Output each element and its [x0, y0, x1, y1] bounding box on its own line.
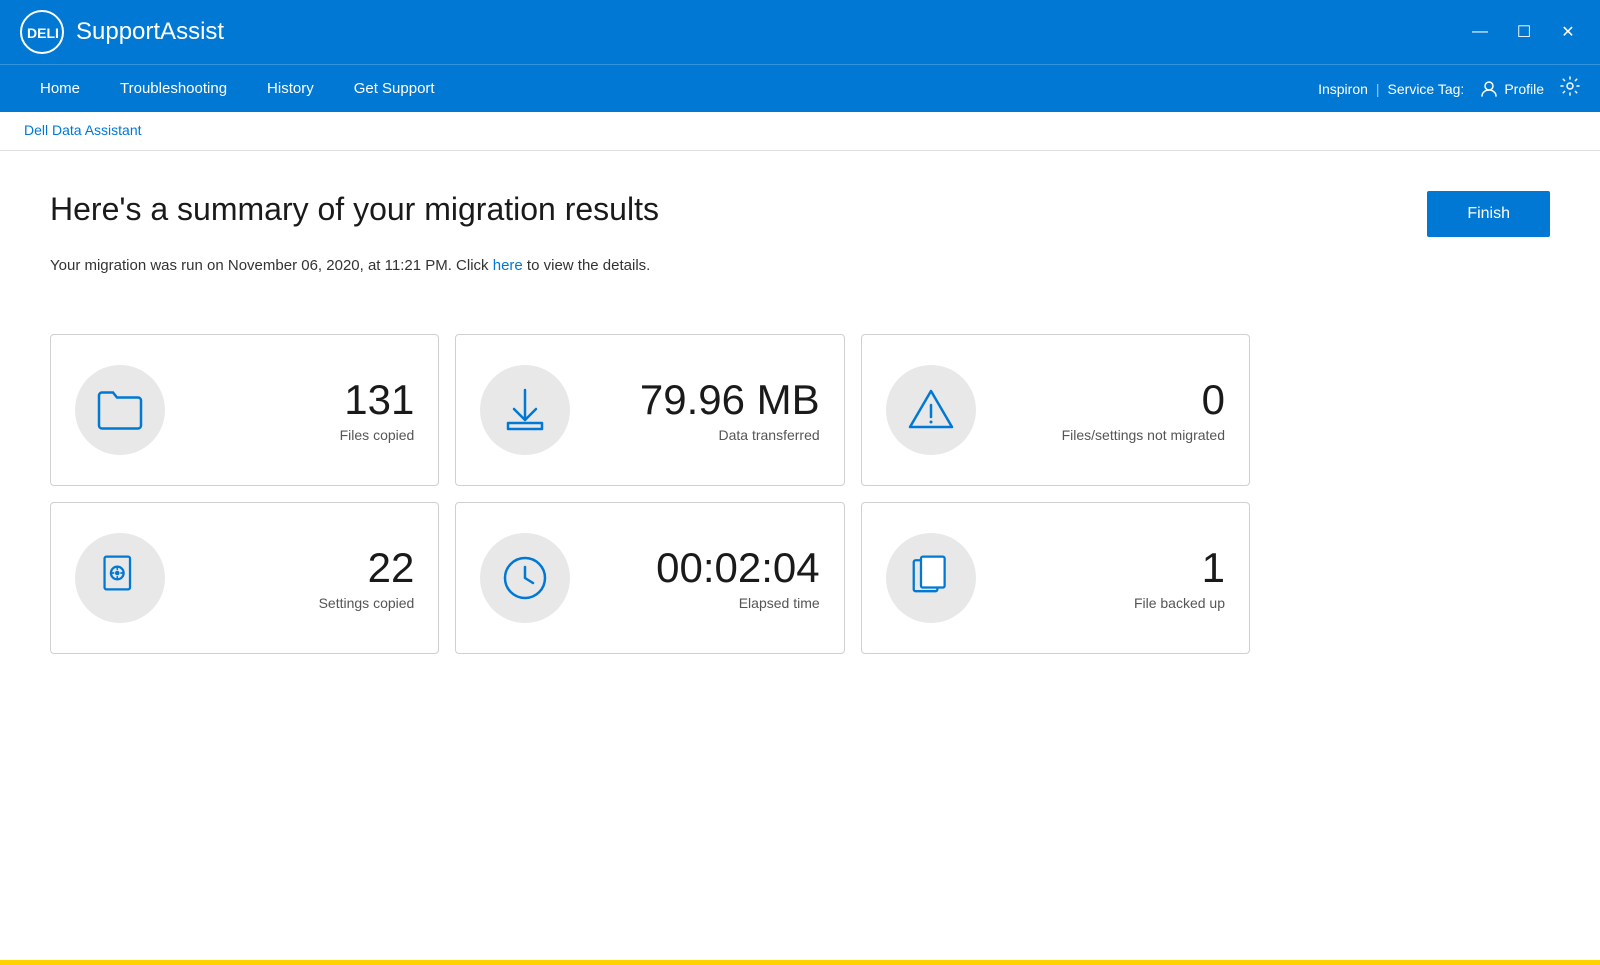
settings-copied-icon-circle: [75, 533, 165, 623]
file-backed-up-icon-circle: [886, 533, 976, 623]
file-backed-up-info: 1 File backed up: [1000, 545, 1225, 611]
nav-bar: Home Troubleshooting History Get Support…: [0, 64, 1600, 112]
files-copied-icon-circle: [75, 365, 165, 455]
app-title: SupportAssist: [76, 18, 224, 46]
files-copied-label: Files copied: [189, 427, 414, 443]
bottom-bar: [0, 960, 1600, 965]
stat-card-data-transferred: 79.96 MB Data transferred: [455, 334, 844, 486]
page-header: Here's a summary of your migration resul…: [50, 191, 1550, 237]
minimize-button[interactable]: —: [1468, 23, 1492, 41]
nav-troubleshooting[interactable]: Troubleshooting: [100, 65, 247, 112]
file-backed-up-label: File backed up: [1000, 595, 1225, 611]
stats-grid: 131 Files copied 79.96 MB Data transferr…: [50, 334, 1250, 654]
details-link[interactable]: here: [493, 257, 523, 274]
nav-right: Inspiron | Service Tag: Profile: [1318, 76, 1580, 101]
file-backed-up-value: 1: [1000, 545, 1225, 591]
description-prefix: Your migration was run on November 06, 2…: [50, 257, 493, 274]
not-migrated-icon-circle: [886, 365, 976, 455]
nav-history[interactable]: History: [247, 65, 334, 112]
settings-copied-value: 22: [189, 545, 414, 591]
stat-card-elapsed-time: 00:02:04 Elapsed time: [455, 502, 844, 654]
service-tag-label: Service Tag:: [1388, 81, 1465, 97]
warning-icon: [906, 385, 956, 435]
stat-card-files-copied: 131 Files copied: [50, 334, 439, 486]
nav-divider: |: [1376, 81, 1380, 97]
not-migrated-info: 0 Files/settings not migrated: [1000, 377, 1225, 443]
data-transferred-icon-circle: [480, 365, 570, 455]
stat-card-not-migrated: 0 Files/settings not migrated: [861, 334, 1250, 486]
device-name: Inspiron: [1318, 81, 1368, 97]
device-info: Inspiron | Service Tag:: [1318, 81, 1464, 97]
dell-icon: DELL: [20, 10, 64, 54]
elapsed-time-label: Elapsed time: [594, 595, 819, 611]
folder-icon: [95, 385, 145, 435]
nav-links: Home Troubleshooting History Get Support: [20, 65, 455, 112]
elapsed-time-icon-circle: [480, 533, 570, 623]
window-controls: — ☐ ✕: [1468, 22, 1580, 42]
settings-copied-info: 22 Settings copied: [189, 545, 414, 611]
files-copied-value: 131: [189, 377, 414, 423]
profile-icon: [1480, 80, 1498, 98]
svg-text:DELL: DELL: [27, 25, 58, 41]
data-transferred-label: Data transferred: [594, 427, 819, 443]
migration-description: Your migration was run on November 06, 2…: [50, 257, 1550, 274]
nav-get-support[interactable]: Get Support: [334, 65, 455, 112]
profile-label: Profile: [1504, 81, 1544, 97]
stat-card-file-backed-up: 1 File backed up: [861, 502, 1250, 654]
description-suffix: to view the details.: [523, 257, 651, 274]
clock-icon: [500, 553, 550, 603]
breadcrumb[interactable]: Dell Data Assistant: [24, 122, 142, 138]
data-transferred-value: 79.96 MB: [594, 377, 819, 423]
not-migrated-value: 0: [1000, 377, 1225, 423]
elapsed-time-value: 00:02:04: [594, 545, 819, 591]
title-bar: DELL SupportAssist — ☐ ✕: [0, 0, 1600, 64]
file-copy-icon: [906, 553, 956, 603]
main-content: Here's a summary of your migration resul…: [0, 151, 1600, 960]
app-logo: DELL SupportAssist: [20, 10, 224, 54]
settings-icon: [1560, 76, 1580, 96]
files-copied-info: 131 Files copied: [189, 377, 414, 443]
settings-copied-label: Settings copied: [189, 595, 414, 611]
breadcrumb-bar: Dell Data Assistant: [0, 112, 1600, 151]
profile-button[interactable]: Profile: [1480, 80, 1544, 98]
not-migrated-label: Files/settings not migrated: [1000, 427, 1225, 443]
maximize-button[interactable]: ☐: [1512, 22, 1536, 42]
elapsed-time-info: 00:02:04 Elapsed time: [594, 545, 819, 611]
settings-file-icon: [95, 553, 145, 603]
nav-home[interactable]: Home: [20, 65, 100, 112]
close-button[interactable]: ✕: [1556, 22, 1580, 42]
finish-button[interactable]: Finish: [1427, 191, 1550, 237]
page-title: Here's a summary of your migration resul…: [50, 191, 659, 228]
data-transferred-info: 79.96 MB Data transferred: [594, 377, 819, 443]
settings-button[interactable]: [1560, 76, 1580, 101]
download-icon: [500, 385, 550, 435]
stat-card-settings-copied: 22 Settings copied: [50, 502, 439, 654]
